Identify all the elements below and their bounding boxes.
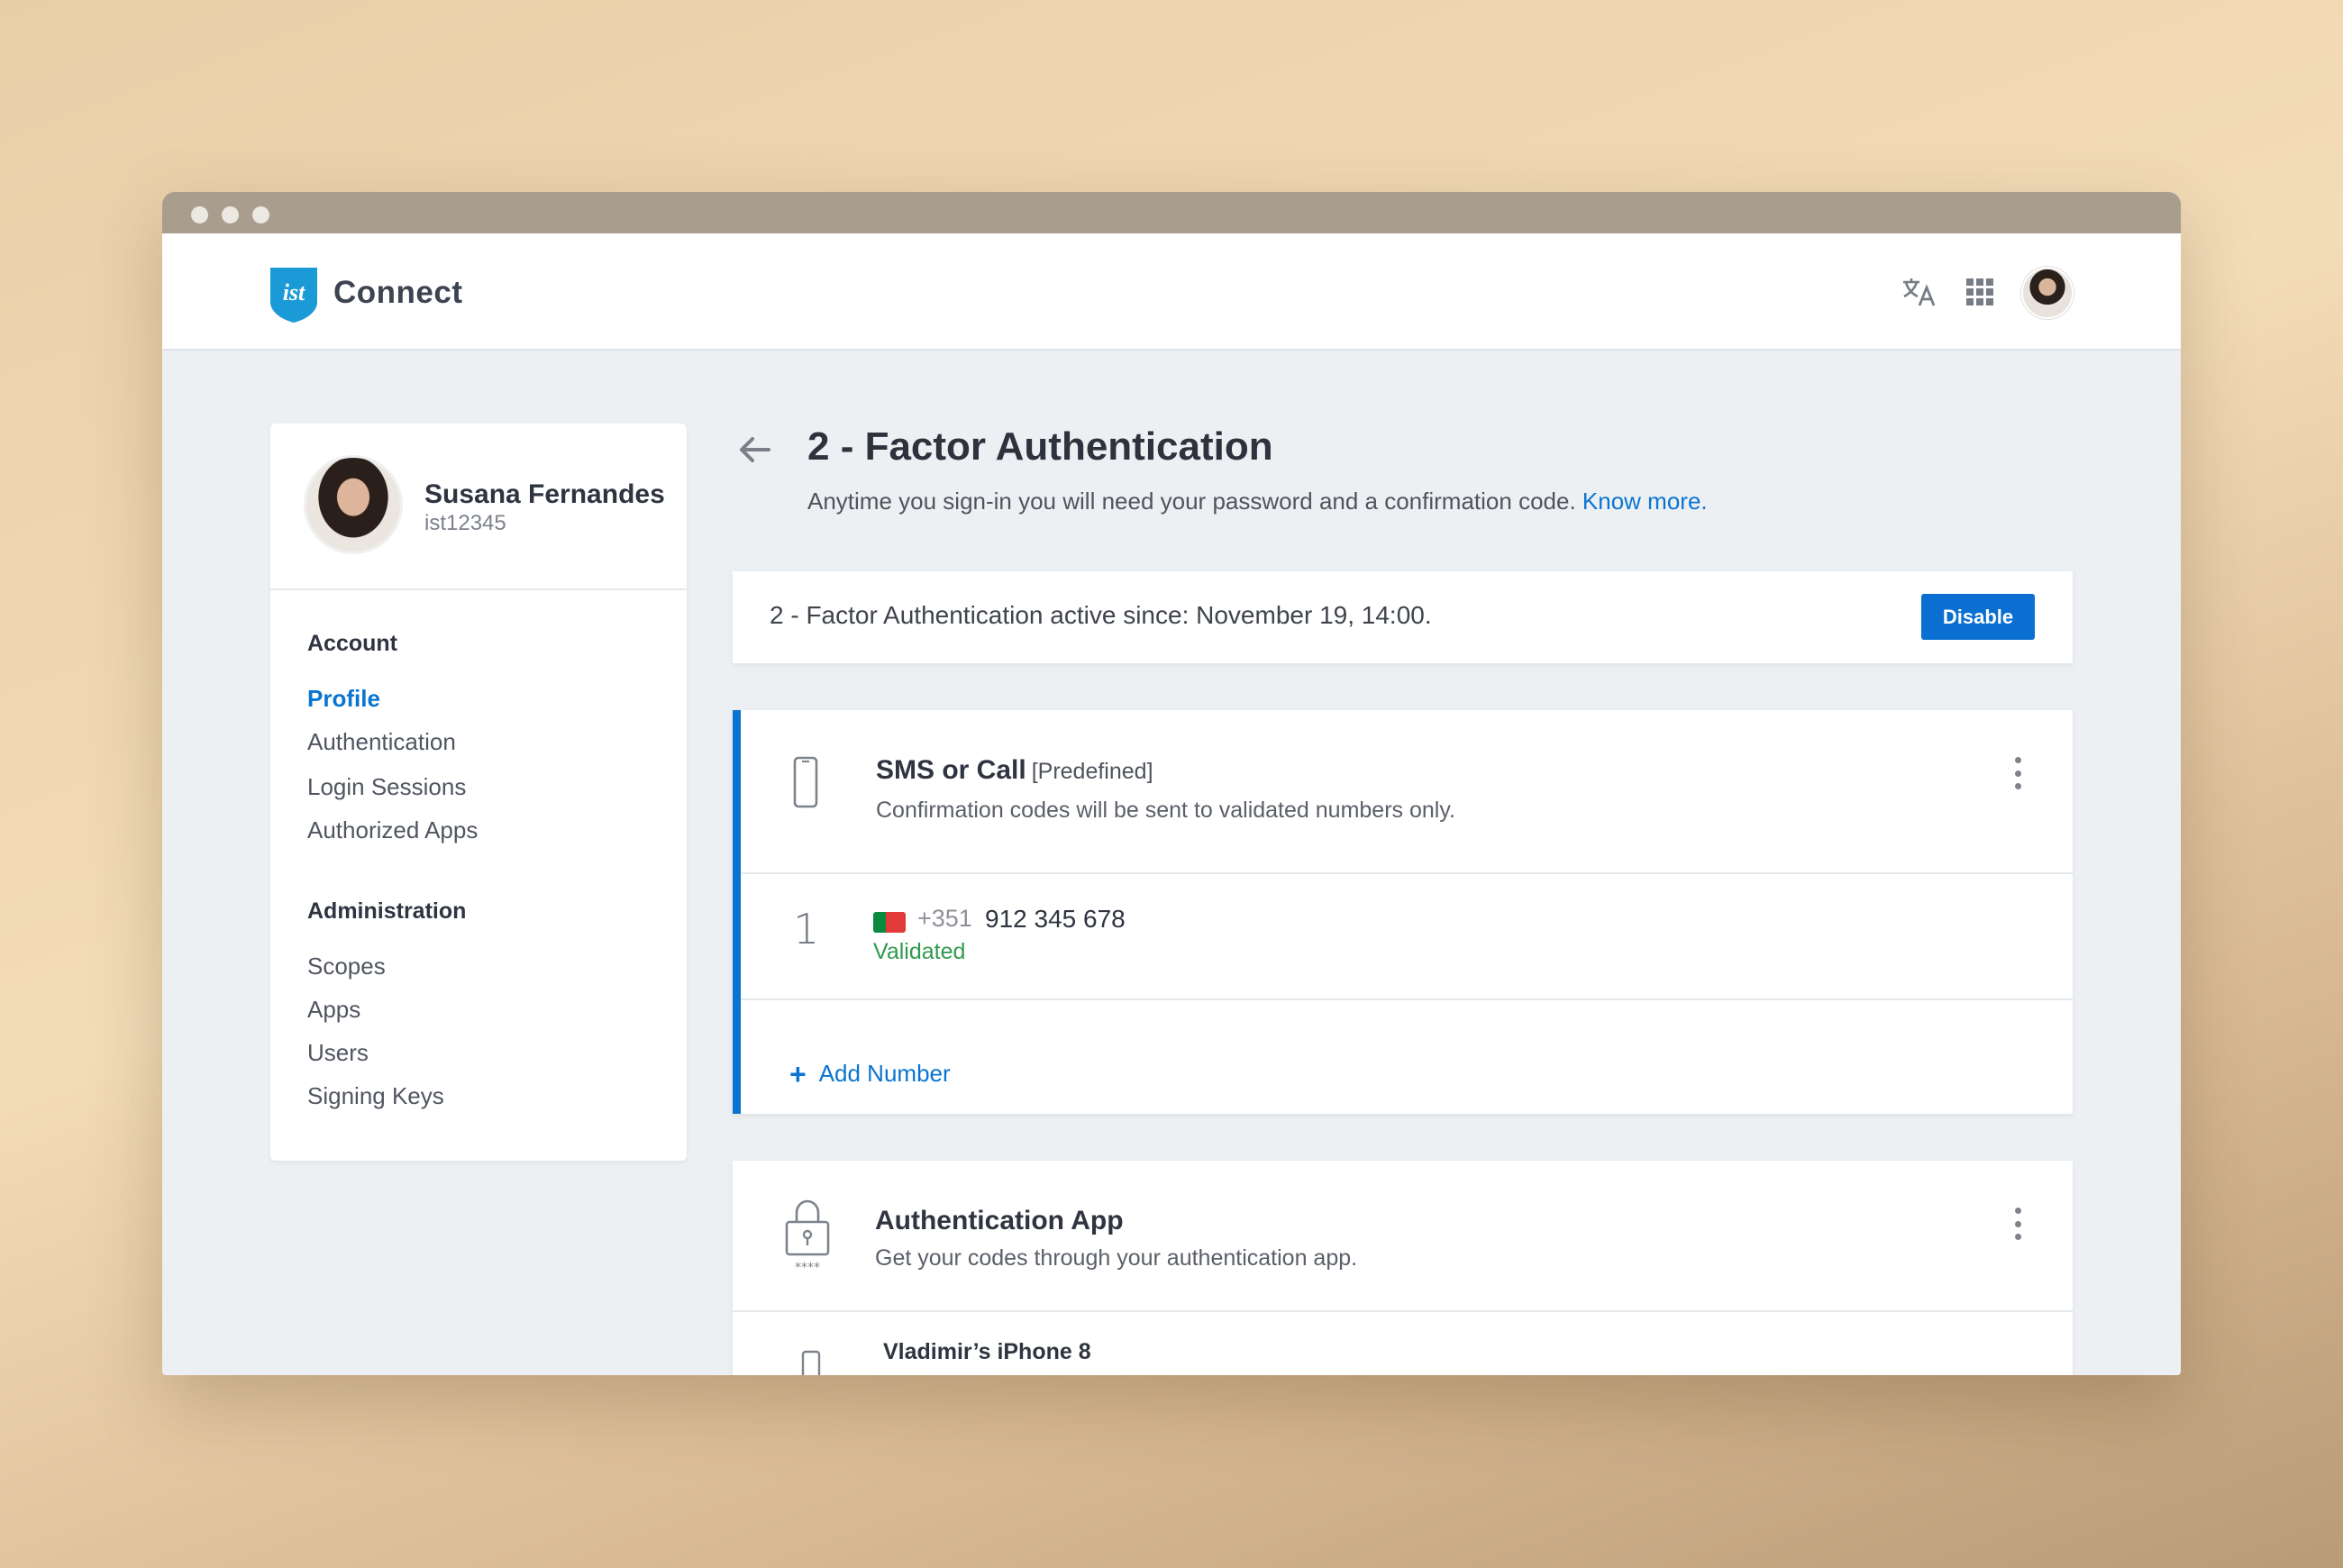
user-avatar[interactable] xyxy=(2021,267,2074,319)
divider xyxy=(741,998,2073,1000)
more-vert-icon[interactable] xyxy=(2012,757,2023,789)
sidebar-item-authentication[interactable]: Authentication xyxy=(307,728,456,756)
divider xyxy=(741,872,2073,874)
auth-app-title: Authentication App xyxy=(875,1206,1124,1235)
sidebar-item-users[interactable]: Users xyxy=(307,1039,369,1067)
profile-username: ist12345 xyxy=(424,511,506,535)
ist-logo-icon[interactable]: ist xyxy=(269,266,319,324)
sidebar: Susana Fernandes ist12345 Account Profil… xyxy=(270,424,687,1161)
svg-text:****: **** xyxy=(795,1261,820,1272)
back-arrow-icon[interactable] xyxy=(734,430,774,469)
top-navbar: ist Connect xyxy=(162,233,2181,351)
auth-app-method-card: **** Authentication App Get your codes t… xyxy=(733,1161,2073,1375)
window-dot-maximize[interactable] xyxy=(252,206,269,223)
svg-text:ist: ist xyxy=(283,279,305,305)
window-dot-minimize[interactable] xyxy=(222,206,239,223)
number-index: 1 xyxy=(793,905,820,953)
sidebar-item-profile[interactable]: Profile xyxy=(307,685,380,713)
sidebar-item-authorized-apps[interactable]: Authorized Apps xyxy=(307,816,478,844)
sidebar-item-scopes[interactable]: Scopes xyxy=(307,953,386,980)
browser-window: ist Connect Susana Fernandes ist12345 Ac… xyxy=(162,192,2181,1375)
predefined-tag: [Predefined] xyxy=(1031,759,1153,784)
profile-name: Susana Fernandes xyxy=(424,479,665,509)
sms-method-title: SMS or Call [Predefined] xyxy=(876,755,1153,786)
know-more-link[interactable]: Know more. xyxy=(1582,488,1708,515)
sms-title-text: SMS or Call xyxy=(876,755,1026,785)
sidebar-item-login-sessions[interactable]: Login Sessions xyxy=(307,773,466,801)
phone-number: 912 345 678 xyxy=(985,905,1126,933)
add-number-button[interactable]: + Add Number xyxy=(789,1055,951,1090)
portugal-flag-icon xyxy=(873,912,906,933)
apps-grid-icon[interactable] xyxy=(1961,273,1999,311)
page-title: 2 - Factor Authentication xyxy=(807,424,1273,469)
divider xyxy=(733,1310,2073,1312)
auth-app-description: Get your codes through your authenticati… xyxy=(875,1245,1358,1271)
profile-avatar xyxy=(306,458,400,552)
brand-name[interactable]: Connect xyxy=(333,275,463,311)
phone-icon xyxy=(793,756,818,808)
more-vert-icon[interactable] xyxy=(2012,1208,2023,1240)
sidebar-section-account: Account xyxy=(307,631,397,656)
page-subtitle-text: Anytime you sign-in you will need your p… xyxy=(807,488,1576,515)
window-dot-close[interactable] xyxy=(191,206,208,223)
window-titlebar xyxy=(162,192,2181,233)
add-number-label: Add Number xyxy=(818,1060,951,1087)
country-code: +351 xyxy=(917,905,972,932)
sidebar-section-administration: Administration xyxy=(307,898,467,924)
sms-method-description: Confirmation codes will be sent to valid… xyxy=(876,798,1455,823)
sidebar-item-signing-keys[interactable]: Signing Keys xyxy=(307,1082,444,1110)
device-name: Vladimir’s iPhone 8 xyxy=(883,1339,1091,1364)
translate-icon[interactable] xyxy=(1900,273,1937,311)
profile-summary: Susana Fernandes ist12345 xyxy=(270,424,687,590)
sidebar-item-apps[interactable]: Apps xyxy=(307,996,360,1024)
lock-icon: **** xyxy=(785,1199,830,1272)
validated-status: Validated xyxy=(873,939,966,964)
status-card: 2 - Factor Authentication active since: … xyxy=(733,571,2073,663)
page-subtitle: Anytime you sign-in you will need your p… xyxy=(807,488,1708,515)
sms-method-card: SMS or Call [Predefined] Confirmation cod… xyxy=(733,710,2073,1114)
disable-button[interactable]: Disable xyxy=(1921,594,2035,640)
status-text: 2 - Factor Authentication active since: … xyxy=(770,601,1432,629)
plus-icon: + xyxy=(789,1058,807,1090)
phone-icon xyxy=(801,1350,821,1375)
